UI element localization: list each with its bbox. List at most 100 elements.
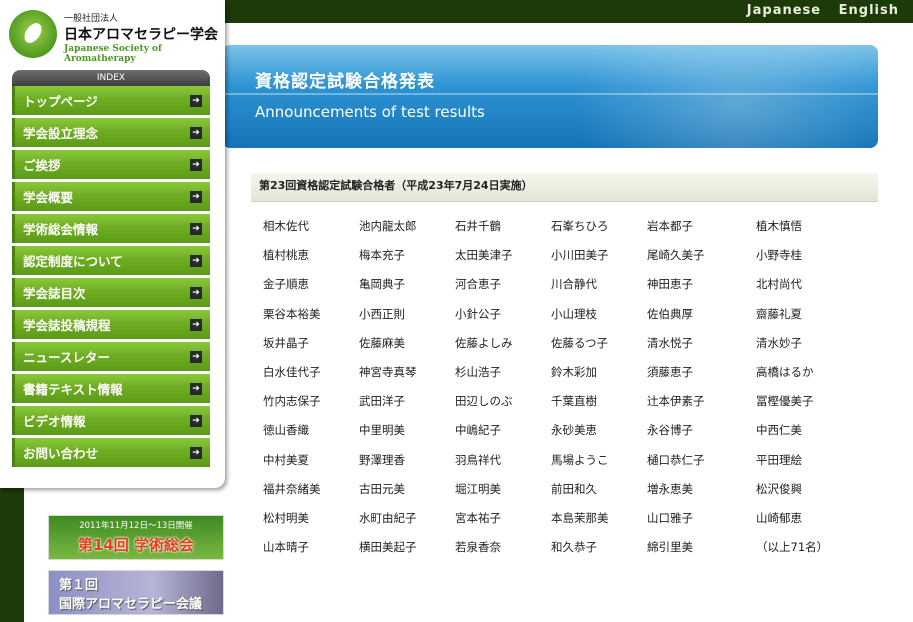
passer-name: 亀岡典子 — [359, 277, 405, 292]
sidebar-item[interactable]: トップページ ➔ — [12, 86, 210, 115]
passer-name: 金子順恵 — [263, 277, 309, 292]
passer-name: 清水悦子 — [647, 335, 693, 350]
passer-name: 小山理枝 — [551, 306, 597, 321]
sidebar-item[interactable]: 学会設立理念 ➔ — [12, 118, 210, 147]
logo-name[interactable]: 日本アロマセラピー学会 — [64, 24, 218, 44]
arrow-right-icon: ➔ — [190, 382, 202, 395]
logo-leaf-icon[interactable] — [9, 10, 57, 58]
passer-name: 石峯ちひろ — [551, 219, 609, 233]
sidebar-item-label: お問い合わせ — [23, 446, 99, 461]
passer-name-list: 相木佐代 池内龍太郎 石井千鶴 石峯ちひろ 岩本都子 植木慎悟 植村桃恵 梅本充子 太田美津子小… — [263, 218, 883, 568]
passer-name: 中西仁美 — [756, 423, 802, 438]
passer-name: 杉山浩子 — [455, 364, 501, 379]
logo-english-name: Japanese Society of Aromatherapy — [64, 44, 162, 64]
passer-name: 平田理絵 — [756, 452, 802, 467]
sidebar-item-label: 学術総会情報 — [23, 222, 99, 237]
passer-name: 竹内志保子 — [263, 394, 321, 409]
passer-name: 鈴木彩加 — [551, 364, 597, 379]
passer-name: 植木慎悟 — [756, 219, 802, 233]
sidebar-item[interactable]: ニュースレター ➔ — [12, 342, 210, 371]
sidebar: 一般社団法人 日本アロマセラピー学会 Japanese Society of A… — [0, 0, 225, 488]
sidebar-item-label: 学会誌目次 — [23, 286, 86, 301]
arrow-right-icon: ➔ — [190, 94, 202, 107]
passer-name: 冨樫優美子 — [756, 394, 814, 409]
passer-name: 山口雅子 — [647, 510, 693, 525]
passer-name: 古田元美 — [359, 481, 405, 496]
passer-name: 北村尚代 — [756, 277, 802, 292]
passer-name: 若泉香奈 — [455, 540, 501, 555]
section-title: 第23回資格認定試験合格者（平成23年7月24日実施） — [251, 173, 878, 202]
passer-name: 辻本伊素子 — [647, 394, 705, 409]
passer-name: 山本晴子 — [263, 540, 309, 555]
passer-name: 武田洋子 — [359, 394, 405, 409]
sidebar-item-label: ご挨拶 — [23, 158, 61, 173]
passer-name: 松沢俊興 — [756, 481, 802, 496]
passer-name: 中嶋紀子 — [455, 423, 501, 438]
sidebar-item-label: ビデオ情報 — [23, 414, 86, 429]
passer-name: 神宮寺真琴 — [359, 364, 417, 379]
passer-name: 堀江明美 — [455, 481, 501, 496]
passer-name: 樋口恭仁子 — [647, 452, 705, 467]
lang-japanese-link[interactable]: Japanese — [747, 3, 821, 18]
language-switcher: Japanese English — [735, 3, 899, 18]
sidebar-item-label: 認定制度について — [23, 254, 123, 269]
logo-org-type: 一般社団法人 — [64, 14, 119, 24]
passer-name: 綿引里美 — [647, 540, 693, 555]
passer-name: 川合静代 — [551, 277, 597, 292]
passer-name: 佐伯典厚 — [647, 306, 693, 321]
passer-name: 神田恵子 — [647, 277, 693, 292]
passer-name: 横田美起子 — [359, 540, 417, 555]
sidebar-item[interactable]: ビデオ情報 ➔ — [12, 406, 210, 435]
passer-name: 小西正則 — [359, 306, 405, 321]
sidebar-item[interactable]: 認定制度について ➔ — [12, 246, 210, 275]
passer-name: 石井千鶴 — [455, 219, 501, 233]
passer-name: 佐藤るつ子 — [551, 335, 609, 350]
passer-name: 中里明美 — [359, 423, 405, 438]
passer-name: 齋藤礼夏 — [756, 306, 802, 321]
sidebar-item[interactable]: 学術総会情報 ➔ — [12, 214, 210, 243]
lang-english-link[interactable]: English — [839, 3, 899, 18]
passer-name: 清水妙子 — [756, 335, 802, 350]
passer-name: 坂井晶子 — [263, 335, 309, 350]
passer-name: 田辺しのぶ — [455, 394, 513, 409]
sidebar-item[interactable]: 学会誌投稿規程 ➔ — [12, 310, 210, 339]
passer-name: （以上71名） — [756, 540, 829, 555]
sidebar-item[interactable]: お問い合わせ ➔ — [12, 438, 210, 467]
passer-name: 相木佐代 — [263, 219, 309, 233]
passer-name: 池内龍太郎 — [359, 219, 417, 233]
international-conference-banner[interactable]: 第１回 国際アロマセラピー会議 — [48, 570, 224, 615]
page-banner: 資格認定試験合格発表 Announcements of test results — [222, 45, 878, 148]
passer-name: 尾崎久美子 — [647, 248, 705, 263]
index-header: INDEX — [12, 70, 210, 86]
arrow-right-icon: ➔ — [190, 254, 202, 267]
passer-name: 千葉直樹 — [551, 394, 597, 409]
passer-name: 増永恵美 — [647, 481, 693, 496]
sidebar-item[interactable]: 学会概要 ➔ — [12, 182, 210, 211]
passer-name: 佐藤よしみ — [455, 335, 513, 350]
passer-name: 松村明美 — [263, 510, 309, 525]
sidebar-item[interactable]: 学会誌目次 ➔ — [12, 278, 210, 307]
passer-name: 佐藤麻美 — [359, 335, 405, 350]
banner-title: 第14回 学術総会 — [77, 536, 195, 554]
passer-name: 白水佳代子 — [263, 364, 321, 379]
sidebar-item[interactable]: 書籍テキスト情報 ➔ — [12, 374, 210, 403]
passer-name: 中村美夏 — [263, 452, 309, 467]
sidebar-item[interactable]: ご挨拶 ➔ — [12, 150, 210, 179]
passer-name: 須藤恵子 — [647, 364, 693, 379]
passer-name: 徳山香織 — [263, 423, 309, 438]
passer-name: 永砂美恵 — [551, 423, 597, 438]
arrow-right-icon: ➔ — [190, 446, 202, 459]
passer-name: 前田和久 — [551, 481, 597, 496]
arrow-right-icon: ➔ — [190, 286, 202, 299]
sidebar-item-label: トップページ — [23, 94, 98, 109]
passer-name: 梅本充子 — [359, 248, 405, 263]
passer-name: 羽鳥祥代 — [455, 452, 501, 467]
arrow-right-icon: ➔ — [190, 414, 202, 427]
sidebar-item-label: 学会概要 — [23, 190, 74, 205]
passer-name: 岩本都子 — [647, 219, 693, 233]
passer-name: 馬場ようこ — [551, 452, 609, 467]
arrow-right-icon: ➔ — [190, 158, 202, 171]
passer-name: 水町由紀子 — [359, 510, 417, 525]
passer-name: 宮本祐子 — [455, 510, 501, 525]
academic-conference-banner[interactable]: 2011年11月12日～13日開催 第14回 学術総会 — [48, 515, 224, 560]
